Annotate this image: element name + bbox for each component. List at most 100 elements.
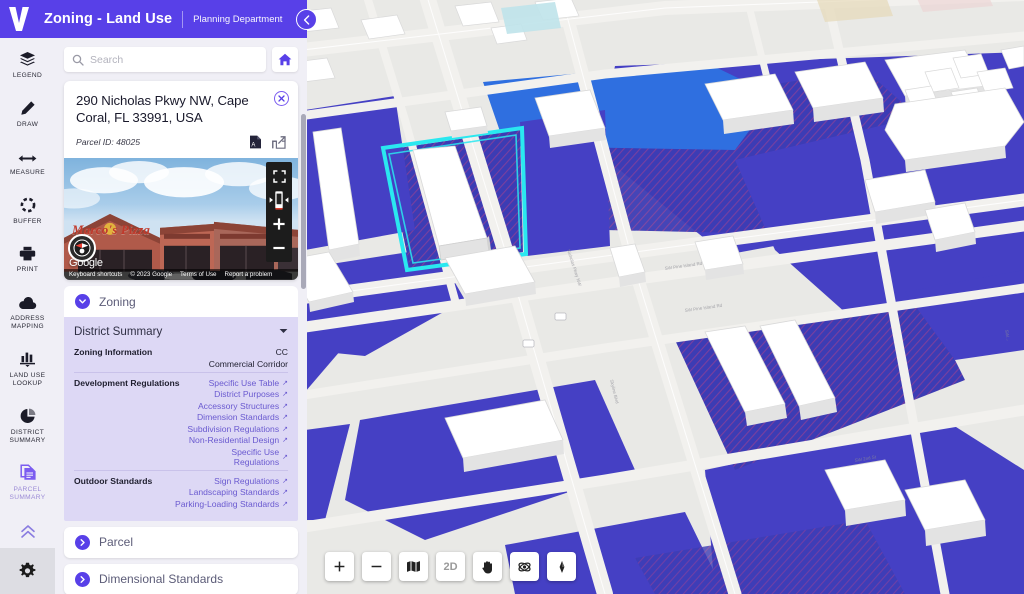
map-zoom-in-button[interactable] (325, 552, 354, 581)
zoning-land-use-app: Nicholas Pkwy NW SW Pine Island Rd SW Pi… (0, 0, 1024, 594)
compass-needle-icon (559, 560, 564, 573)
parcel-id-label: Parcel ID: 48025 (76, 137, 141, 147)
parcel-address: 290 Nicholas Pkwy NW, Cape Coral, FL 339… (76, 93, 249, 125)
accordion-zoning: Zoning District Summary Zoning Informati (64, 286, 298, 521)
sidebar-label: DRAW (16, 120, 39, 128)
map-zoom-out-button[interactable] (362, 552, 391, 581)
sidebar-label: PRINT (16, 266, 39, 273)
row-links: Sign Regulations ↗ Landscaping Standards… (175, 476, 288, 509)
search-input[interactable] (90, 53, 258, 66)
link-text: Landscaping Standards (188, 487, 280, 497)
map-compass-button[interactable] (547, 552, 576, 581)
row-value: CC (275, 347, 288, 357)
map-pan-button[interactable] (473, 552, 502, 581)
regulation-link[interactable]: District Purposes ↗ (186, 389, 288, 399)
accordion-dimensional-standards-title: Dimensional Standards (99, 572, 224, 586)
district-summary-row: Development Regulations Specific Use Tab… (74, 371, 288, 470)
share-button[interactable] (272, 135, 286, 149)
row-label: Development Regulations (74, 377, 180, 388)
map-scene: Nicholas Pkwy NW SW Pine Island Rd SW Pi… (305, 0, 1024, 594)
sidebar-item-print[interactable]: PRINT (0, 232, 55, 281)
credit-terms[interactable]: Terms of Use (180, 271, 216, 278)
orbit-icon (518, 562, 531, 571)
map-basemap-button[interactable] (399, 552, 428, 581)
credit-report[interactable]: Report a problem (224, 271, 272, 278)
caret-down-icon[interactable] (279, 327, 288, 336)
bar-chart-icon (19, 347, 36, 367)
panel-collapse-button[interactable] (296, 9, 317, 30)
accordion-dimensional-standards-header[interactable]: Dimensional Standards (64, 563, 298, 594)
external-link-icon: ↗ (282, 477, 288, 485)
home-button[interactable] (272, 47, 298, 72)
basemap-icon (407, 561, 420, 572)
accordion-zoning-header[interactable]: Zoning (64, 286, 298, 317)
close-parcel-card-button[interactable] (274, 91, 289, 106)
search-icon (72, 54, 84, 66)
parcel-meta-row: Parcel ID: 48025 A (76, 135, 286, 149)
regulation-link[interactable]: Specific Use Regulations ↗ (186, 447, 288, 467)
link-text: Accessory Structures (197, 400, 280, 411)
link-text: Parking-Loading Standards (174, 498, 280, 509)
sidebar-collapse-button[interactable] (0, 515, 55, 549)
sidebar-item-land-use-lookup[interactable]: LAND USE LOOKUP (0, 338, 55, 395)
regulation-link[interactable]: Non-Residential Design ↗ (186, 435, 288, 445)
street-view-panel[interactable]: Marco's Pizza Google Keyboard shortcuts … (64, 158, 298, 280)
search-box[interactable] (64, 47, 266, 72)
settings-button[interactable] (0, 548, 55, 594)
sidebar-item-district-summary[interactable]: DISTRICT SUMMARY (0, 395, 55, 452)
sidebar-item-address-mapping[interactable]: ADDRESS MAPPING (0, 281, 55, 338)
accordion-parcel-header[interactable]: Parcel (64, 526, 298, 558)
regulation-link[interactable]: Specific Use Table ↗ (186, 378, 288, 388)
credit-keyboard-shortcuts[interactable]: Keyboard shortcuts (69, 271, 122, 278)
map-canvas[interactable]: Nicholas Pkwy NW SW Pine Island Rd SW Pi… (305, 0, 1024, 594)
external-link-icon: ↗ (282, 500, 288, 508)
street-view-fullscreen-button[interactable] (268, 166, 290, 186)
external-link-icon: ↗ (282, 489, 288, 496)
sidebar-item-legend[interactable]: LEGEND (0, 38, 55, 87)
sidebar-item-buffer[interactable]: BUFFER (0, 184, 55, 233)
chevron-right-icon (75, 571, 90, 587)
header-subtitle: Planning Department (193, 13, 283, 25)
layers-icon (19, 47, 36, 67)
street-view-zoom-in-button[interactable] (268, 214, 290, 234)
accordion-parcel-title: Parcel (99, 535, 134, 549)
map-orbit-button[interactable] (510, 552, 539, 581)
sidebar-label: BUFFER (13, 217, 42, 225)
external-link-icon: ↗ (282, 425, 288, 433)
sidebar-item-draw[interactable]: DRAW (0, 87, 55, 136)
regulation-link[interactable]: Sign Regulations ↗ (175, 476, 288, 486)
sidebar-label: DISTRICT SUMMARY (9, 428, 46, 445)
printer-icon (19, 241, 36, 261)
external-link-icon: ↗ (282, 402, 288, 410)
chevron-left-icon (303, 14, 310, 25)
street-view-zoom-out-button[interactable] (268, 238, 290, 258)
sidebar-label: LAND USE LOOKUP (9, 371, 46, 388)
parcel-summary-panel: 290 Nicholas Pkwy NW, Cape Coral, FL 339… (55, 38, 307, 594)
street-view-pan-button[interactable] (268, 190, 290, 210)
sidebar-item-parcel-summary[interactable]: PARCEL SUMMARY (0, 452, 55, 509)
regulation-link[interactable]: Dimension Standards ↗ (186, 412, 288, 422)
regulation-link[interactable]: Landscaping Standards ↗ (175, 487, 288, 497)
google-watermark: Google (69, 257, 103, 269)
sidebar-item-measure[interactable]: MEASURE (0, 135, 55, 184)
row-label: Outdoor Standards (74, 475, 153, 486)
link-text: Non-Residential Design (188, 435, 280, 445)
street-view-controls (266, 162, 292, 262)
panel-scrollbar-thumb[interactable] (301, 114, 306, 289)
export-pdf-button[interactable]: A (249, 135, 262, 149)
share-icon (272, 135, 286, 149)
minus-icon (273, 246, 285, 250)
cloud-upload-icon (18, 290, 37, 310)
regulation-link[interactable]: Accessory Structures ↗ (186, 401, 288, 411)
pdf-icon: A (250, 135, 261, 149)
map-2d-toggle-button[interactable]: 2D (436, 552, 465, 581)
regulation-link[interactable]: Subdivision Regulations ↗ (186, 424, 288, 434)
regulation-link[interactable]: Parking-Loading Standards ↗ (175, 499, 288, 509)
minus-icon (371, 565, 382, 568)
district-summary-header[interactable]: District Summary (74, 325, 288, 342)
row-label: Zoning Information (74, 347, 153, 357)
external-link-icon: ↗ (282, 453, 288, 461)
double-chevron-up-icon (20, 525, 35, 538)
sidebar-label: ADDRESS MAPPING (10, 314, 45, 331)
accordion-zoning-title: Zoning (99, 294, 136, 309)
